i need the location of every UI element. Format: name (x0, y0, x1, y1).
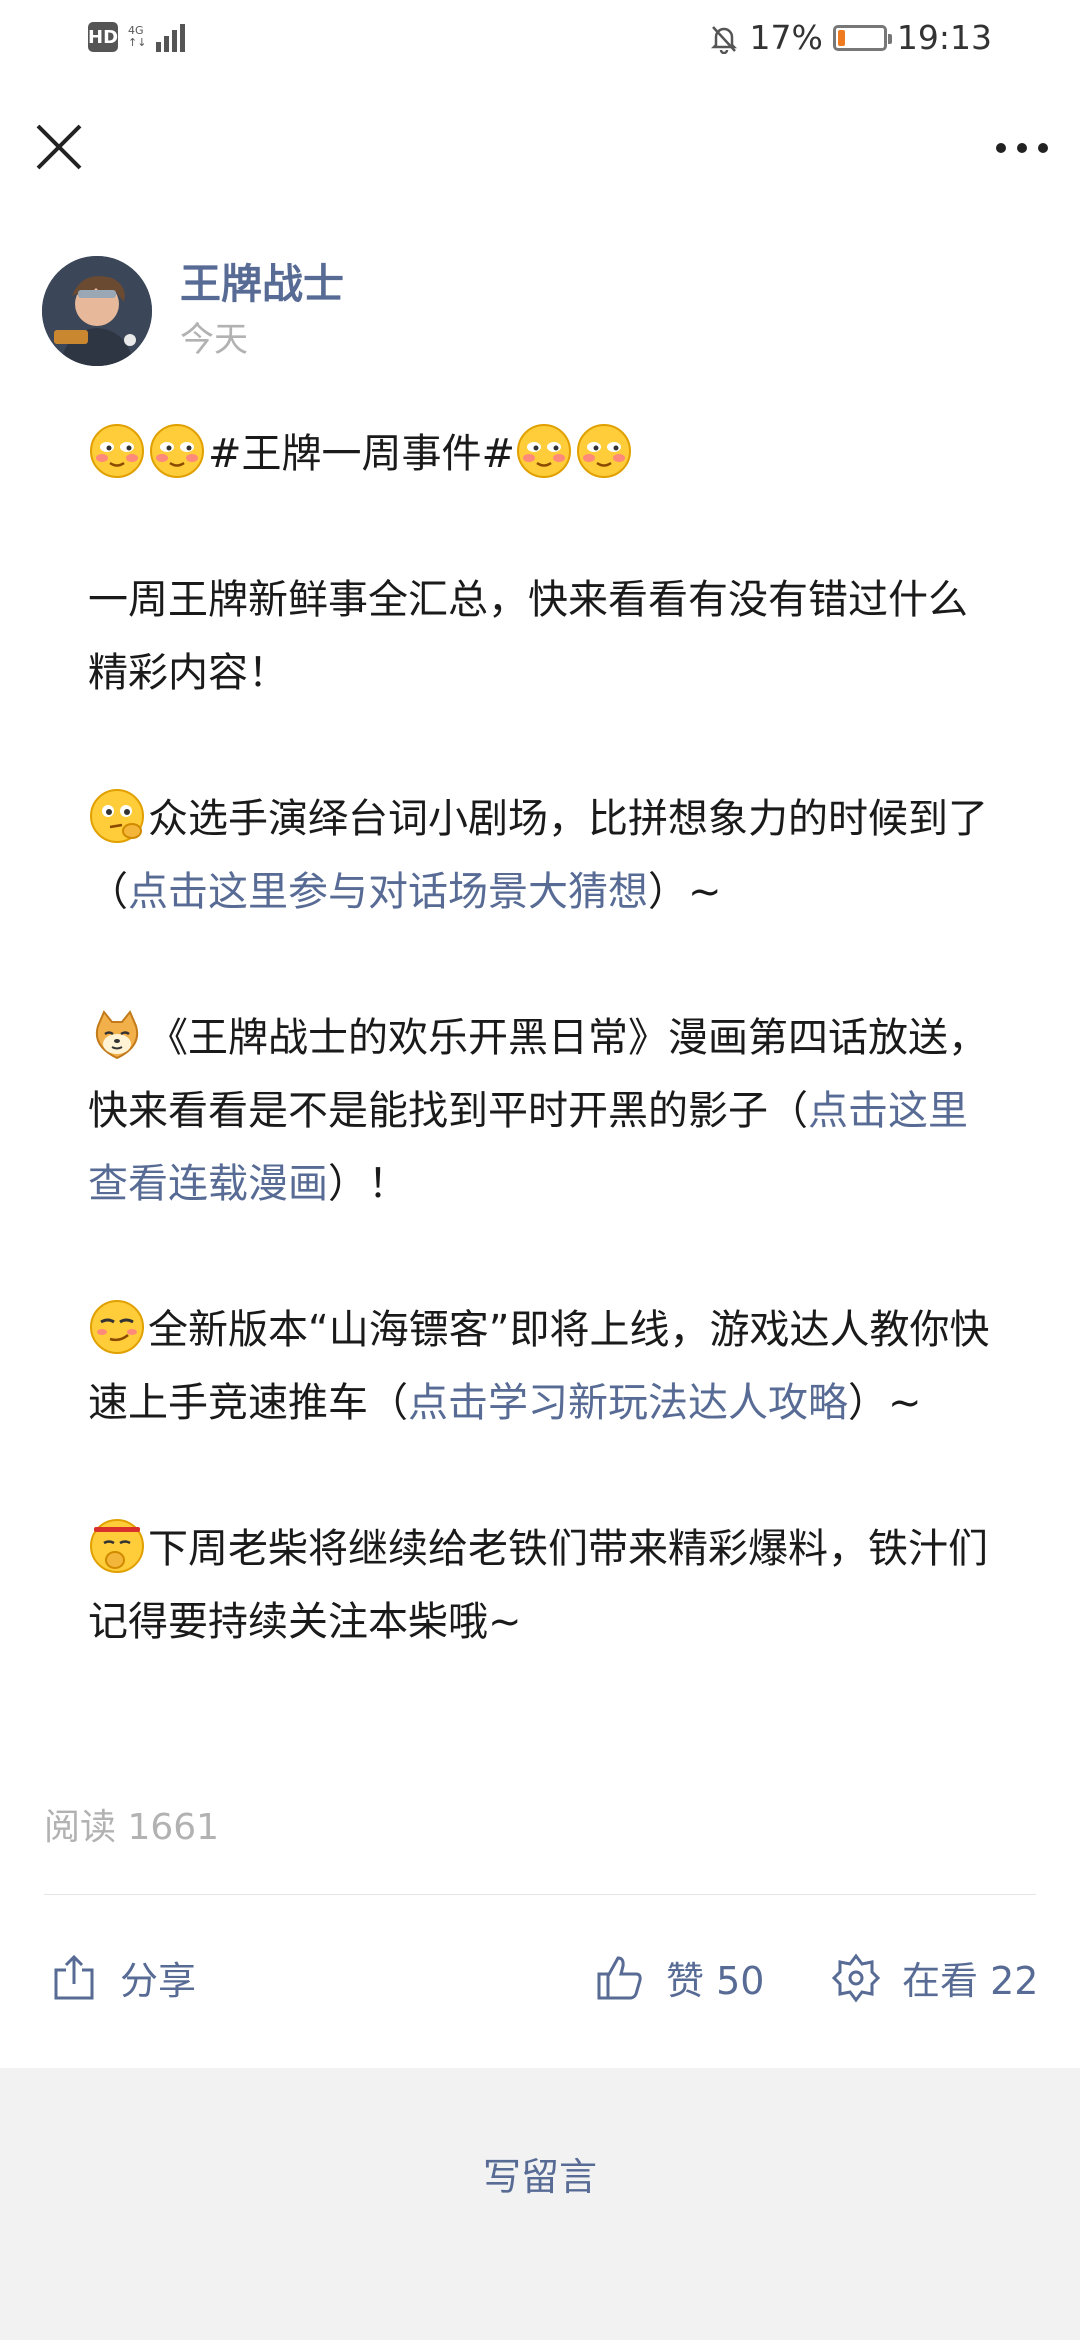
item-paragraph-2: 《王牌战士的欢乐开黑日常》漫画第四话放送，快来看看是不是能找到平时开黑的影子（点… (88, 1002, 998, 1221)
action-bar: 分享 赞 50 在看 22 (0, 1940, 1080, 2020)
mute-bell-icon (710, 25, 737, 54)
link-dialogue-guess[interactable]: 点击这里参与对话场景大猜想 (128, 869, 648, 915)
share-label: 分享 (120, 1959, 197, 2003)
item-paragraph-4: 下周老柴将继续给老铁们带来精彩爆料，铁汁们记得要持续关注本柴哦~ (88, 1513, 998, 1659)
avatar-image (42, 256, 152, 366)
shush-emoji-icon (90, 1519, 144, 1573)
share-button[interactable]: 分享 (48, 1950, 196, 2005)
link-gameplay-guide[interactable]: 点击学习新玩法达人攻略 (408, 1380, 848, 1426)
more-button[interactable] (990, 128, 1054, 168)
item-paragraph-1: 众选手演绎台词小剧场，比拼想象力的时候到了（点击这里参与对话场景大猜想）~ (88, 783, 998, 929)
divider (44, 1894, 1036, 1895)
author-name[interactable]: 王牌战士 (180, 258, 344, 310)
publish-date: 今天 (180, 320, 248, 360)
battery-icon (832, 24, 892, 51)
blushing-emoji-icon (90, 424, 144, 478)
close-button[interactable] (30, 118, 88, 176)
hd-icon: HD (88, 22, 118, 52)
close-icon (36, 124, 82, 170)
battery-text: 17% (749, 18, 823, 57)
article-headline: #王牌一周事件# (88, 418, 998, 491)
blushing-emoji-icon (150, 424, 204, 478)
like-button[interactable]: 赞 50 (594, 1950, 764, 2005)
share-icon (54, 1954, 94, 1999)
headline-text: #王牌一周事件# (208, 431, 516, 477)
comment-area: 写留言 (0, 2068, 1080, 2340)
signal-icon (156, 22, 186, 52)
thinking-emoji-icon (90, 789, 144, 843)
author-header: 王牌战士 今天 (42, 256, 344, 366)
thumbs-up-icon (597, 1955, 642, 1999)
status-bar: HD 4G ↑↓ 17% 19:13 (0, 0, 1080, 84)
article-body: #王牌一周事件# 一周王牌新鲜事全汇总，快来看看有没有错过什么精彩内容！ 众选手… (88, 418, 998, 1659)
write-comment-button[interactable]: 写留言 (0, 2146, 1080, 2201)
like-label: 赞 50 (666, 1959, 765, 2003)
network-type: 4G ↑↓ (128, 24, 147, 49)
wow-button[interactable]: 在看 22 (830, 1950, 1038, 2005)
wow-icon (831, 1953, 881, 2002)
clock: 19:13 (896, 18, 992, 57)
blushing-emoji-icon (577, 424, 632, 478)
intro-paragraph: 一周王牌新鲜事全汇总，快来看看有没有错过什么精彩内容！ (88, 577, 968, 696)
item-paragraph-3: 全新版本“山海镖客”即将上线，游戏达人教你快速上手竞速推车（点击学习新玩法达人攻… (88, 1294, 998, 1440)
blushing-emoji-icon (517, 424, 572, 478)
smirk-emoji-icon (90, 1300, 144, 1354)
wow-label: 在看 22 (902, 1959, 1039, 2003)
read-count: 阅读 1661 (44, 1807, 220, 1848)
top-nav (0, 110, 1080, 184)
more-icon (995, 143, 1006, 153)
avatar[interactable] (42, 256, 152, 366)
shiba-dog-emoji-icon (95, 1010, 139, 1060)
